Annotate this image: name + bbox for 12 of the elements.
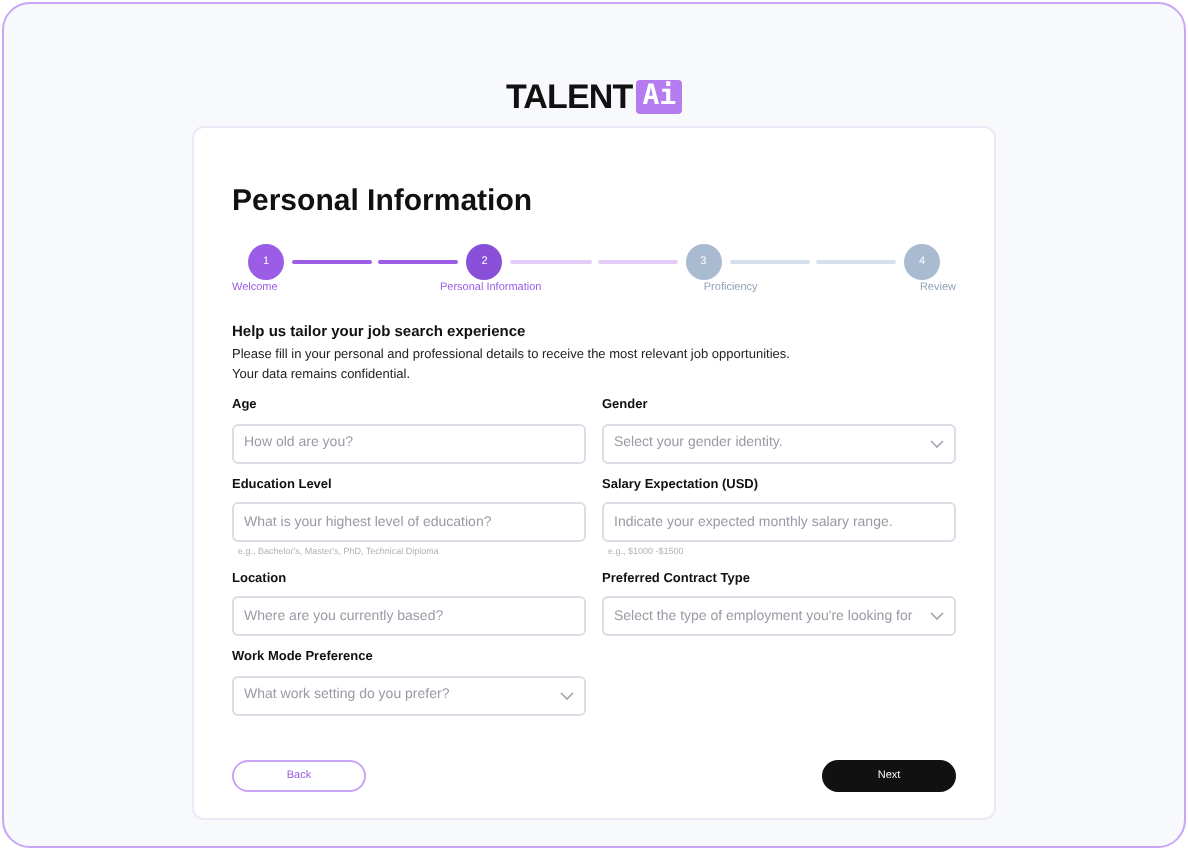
step-connector bbox=[378, 259, 459, 265]
logo-word: TALENT bbox=[505, 79, 633, 113]
step-connector bbox=[292, 259, 373, 265]
step-connector bbox=[815, 259, 896, 265]
chevron-down-icon bbox=[930, 612, 944, 620]
chevron-down-icon bbox=[560, 691, 574, 699]
chevron-down-icon bbox=[930, 439, 944, 447]
page-title: Personal Information bbox=[232, 186, 535, 216]
step-connector bbox=[510, 259, 591, 265]
step-connector bbox=[729, 259, 810, 265]
step-connector bbox=[597, 259, 678, 265]
logo-badge: Ai bbox=[636, 79, 683, 113]
